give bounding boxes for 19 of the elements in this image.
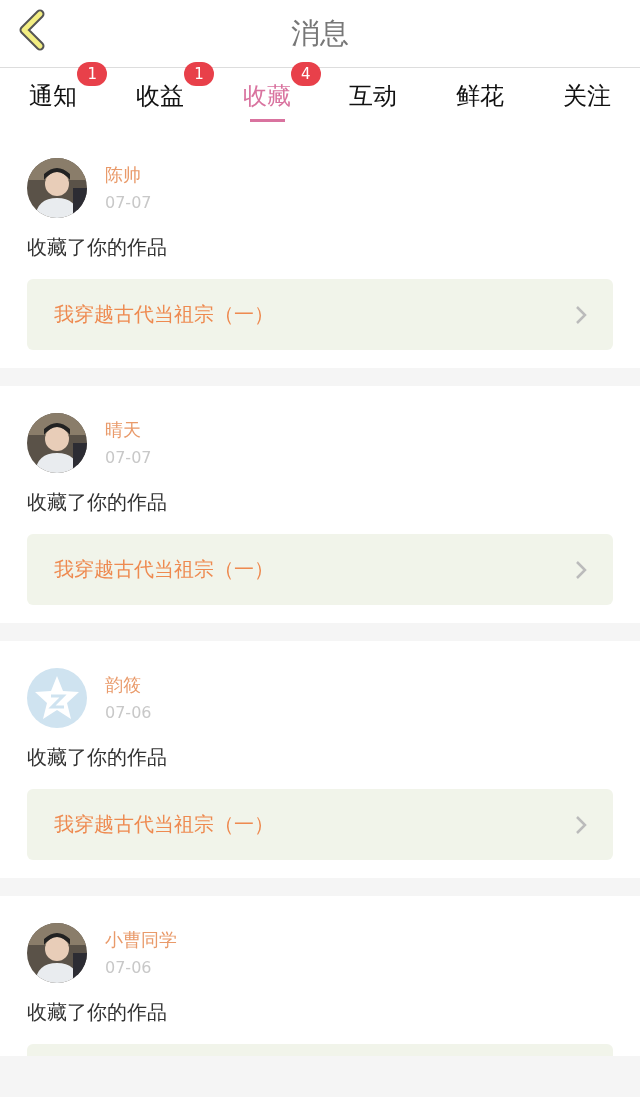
- chevron-right-icon: [575, 814, 587, 835]
- message-text: 收藏了你的作品: [27, 999, 168, 1026]
- count-badge: 1: [77, 62, 108, 86]
- tab[interactable]: 关注: [533, 68, 640, 131]
- message-text: 收藏了你的作品: [27, 744, 168, 771]
- message-text: 收藏了你的作品: [27, 234, 168, 261]
- count-badge: 1: [184, 62, 214, 86]
- user-name: 小曹同学: [105, 928, 177, 952]
- star-avatar-icon: [27, 668, 87, 728]
- user-name: 韵筱: [105, 673, 142, 697]
- chevron-right-icon: [575, 559, 587, 580]
- user-name: 晴天: [105, 418, 142, 442]
- message-text: 收藏了你的作品: [27, 489, 168, 516]
- chevron-right-icon: [575, 304, 587, 325]
- count-badge: 4: [290, 62, 321, 86]
- tab[interactable]: 鲜花: [426, 68, 534, 131]
- tab[interactable]: 互动: [320, 68, 427, 131]
- user-name: 陈帅: [105, 163, 142, 187]
- page-title: 消息: [291, 15, 349, 52]
